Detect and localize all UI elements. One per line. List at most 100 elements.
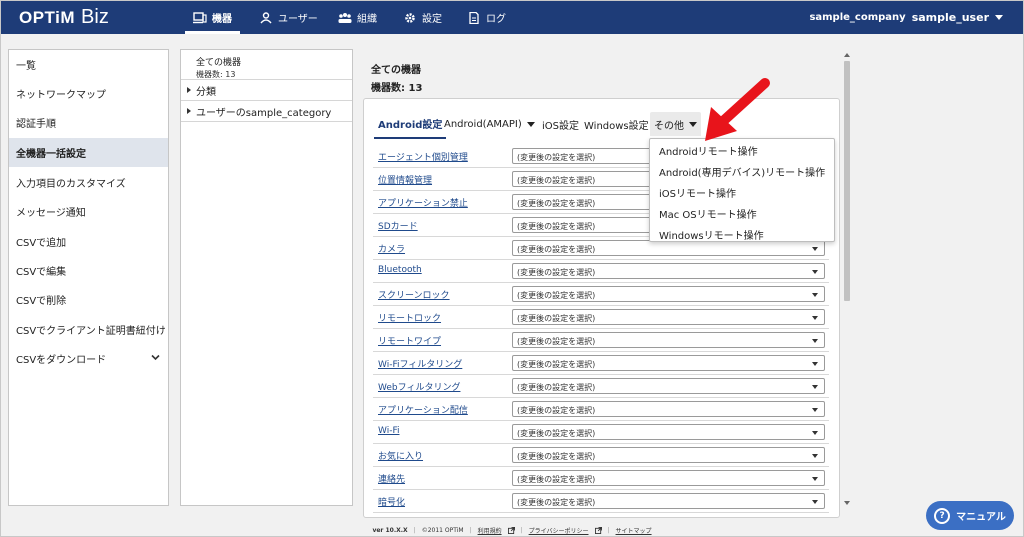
scroll-down-icon[interactable]: [844, 501, 850, 505]
terms-link[interactable]: 利用規約: [478, 526, 502, 535]
setting-select[interactable]: (変更後の設定を選択): [512, 309, 825, 325]
nav-tab-log[interactable]: ログ: [467, 1, 506, 34]
sidebar-item-message-notification[interactable]: メッセージ通知: [9, 197, 168, 226]
menu-item-windows-remote[interactable]: Windowsリモート操作: [659, 227, 764, 242]
sidebar-item-label: 認証手順: [16, 119, 56, 130]
nav-tab-settings[interactable]: 設定: [403, 1, 442, 34]
setting-link[interactable]: 位置情報管理: [378, 173, 432, 186]
sidebar-item-customize-fields[interactable]: 入力項目のカスタマイズ: [9, 168, 168, 197]
tree-node-label: 分類: [196, 86, 216, 98]
setting-select[interactable]: (変更後の設定を選択): [512, 424, 825, 440]
nav-tab-users[interactable]: ユーザー: [259, 1, 318, 34]
sidebar-item-csv-edit[interactable]: CSVで編集: [9, 256, 168, 285]
select-value: (変更後の設定を選択): [517, 475, 596, 484]
setting-link[interactable]: Bluetooth: [378, 265, 422, 275]
tree-root-title: 全ての機器: [196, 58, 242, 68]
sidebar-item-auth-procedure[interactable]: 認証手順: [9, 108, 168, 137]
sidebar-item-csv-client-cert[interactable]: CSVでクライアント証明書紐付け: [9, 315, 168, 344]
setting-link[interactable]: アプリケーション禁止: [378, 196, 468, 209]
privacy-link[interactable]: プライバシーポリシー: [529, 526, 589, 535]
manual-button[interactable]: ? マニュアル: [926, 501, 1014, 530]
setting-select[interactable]: (変更後の設定を選択): [512, 286, 825, 302]
setting-link[interactable]: エージェント個別管理: [378, 150, 468, 163]
tree-root-all-devices[interactable]: 全ての機器 機器数: 13: [181, 50, 352, 80]
main-header: 全ての機器 機器数: 13: [371, 61, 422, 94]
setting-link[interactable]: カメラ: [378, 242, 405, 255]
chevron-down-icon: [812, 339, 818, 343]
setting-row-favorites: お気に入り (変更後の設定を選択): [373, 444, 829, 467]
select-value: (変更後の設定を選択): [517, 406, 596, 415]
logo-optim-text: OPTiM: [19, 8, 76, 27]
logo-biz-text: Biz: [81, 6, 109, 28]
setting-link[interactable]: リモートワイプ: [378, 334, 441, 347]
setting-link[interactable]: SDカード: [378, 219, 418, 232]
footer-separator: |: [607, 526, 610, 534]
sidebar-item-label: 入力項目のカスタマイズ: [16, 179, 126, 190]
company-name: sample_company: [809, 12, 906, 23]
chevron-down-icon: [812, 270, 818, 274]
chevron-down-icon: [812, 293, 818, 297]
expand-triangle-icon[interactable]: [187, 108, 191, 114]
select-value: (変更後の設定を選択): [517, 383, 596, 392]
setting-row-web-filtering: Webフィルタリング (変更後の設定を選択): [373, 375, 829, 398]
setting-link[interactable]: アプリケーション配信: [378, 403, 468, 416]
sidebar-item-list[interactable]: 一覧: [9, 50, 168, 79]
sidebar-item-label: CSVで追加: [16, 238, 67, 249]
tab-android-settings[interactable]: Android設定: [374, 109, 447, 139]
setting-link[interactable]: お気に入り: [378, 449, 423, 462]
tab-windows-settings[interactable]: Windows設定: [580, 109, 653, 139]
setting-select[interactable]: (変更後の設定を選択): [512, 332, 825, 348]
nav-tab-organization[interactable]: 組織: [338, 1, 377, 34]
setting-select[interactable]: (変更後の設定を選択): [512, 355, 825, 371]
nav-tab-devices[interactable]: 機器: [185, 1, 240, 34]
setting-link[interactable]: 連絡先: [378, 472, 405, 485]
setting-link[interactable]: 暗号化: [378, 495, 405, 508]
sidebar-item-csv-delete[interactable]: CSVで削除: [9, 285, 168, 314]
sitemap-link[interactable]: サイトマップ: [616, 526, 652, 535]
menu-item-macos-remote[interactable]: Mac OSリモート操作: [659, 206, 757, 221]
scrollbar-thumb[interactable]: [844, 61, 850, 301]
sidebar-item-label: CSVで削除: [16, 296, 67, 307]
setting-select[interactable]: (変更後の設定を選択): [512, 447, 825, 463]
expand-triangle-icon[interactable]: [187, 87, 191, 93]
tab-android-amapi[interactable]: Android(AMAPI): [440, 109, 539, 139]
tree-node-user-category[interactable]: ユーザーのsample_category: [181, 101, 352, 122]
chevron-down-icon: [812, 477, 818, 481]
log-icon: [469, 11, 479, 24]
scroll-up-icon[interactable]: [844, 53, 850, 57]
tab-ios-settings[interactable]: iOS設定: [538, 109, 583, 139]
setting-link[interactable]: Wi-Fiフィルタリング: [378, 357, 462, 370]
tree-node-category[interactable]: 分類: [181, 80, 352, 101]
setting-link[interactable]: Wi-Fi: [378, 426, 399, 436]
setting-row-wifi-filtering: Wi-Fiフィルタリング (変更後の設定を選択): [373, 352, 829, 375]
main-scrollbar[interactable]: [842, 51, 852, 507]
setting-row-bluetooth: Bluetooth (変更後の設定を選択): [373, 260, 829, 283]
setting-select[interactable]: (変更後の設定を選択): [512, 263, 825, 279]
sidebar-item-bulk-settings[interactable]: 全機器一括設定: [9, 138, 168, 167]
setting-select[interactable]: (変更後の設定を選択): [512, 493, 825, 509]
menu-item-android-dedicated-remote[interactable]: Android(専用デバイス)リモート操作: [659, 164, 825, 179]
setting-link[interactable]: リモートロック: [378, 311, 441, 324]
optim-biz-logo[interactable]: OPTiM Biz: [19, 6, 109, 28]
external-link-icon: [507, 526, 515, 534]
chevron-down-icon: [812, 362, 818, 366]
question-mark-icon: ?: [934, 507, 951, 524]
select-value: (変更後の設定を選択): [517, 222, 596, 231]
tab-label: Android設定: [378, 119, 443, 131]
setting-select[interactable]: (変更後の設定を選択): [512, 401, 825, 417]
annotation-arrow: [705, 78, 770, 141]
account-menu[interactable]: sample_company sample_user: [809, 1, 1003, 34]
setting-select[interactable]: (変更後の設定を選択): [512, 378, 825, 394]
device-icon: [193, 11, 207, 23]
sidebar-item-network-map[interactable]: ネットワークマップ: [9, 79, 168, 108]
setting-link[interactable]: スクリーンロック: [378, 288, 450, 301]
menu-item-ios-remote[interactable]: iOSリモート操作: [659, 185, 736, 200]
setting-select[interactable]: (変更後の設定を選択): [512, 470, 825, 486]
device-count: 機器数: 13: [371, 83, 423, 94]
sidebar-item-csv-add[interactable]: CSVで追加: [9, 227, 168, 256]
footer: ver 10.X.X | ©2011 OPTiM | 利用規約 | プライバシー…: [1, 523, 1023, 537]
sidebar-item-csv-download[interactable]: CSVをダウンロード: [9, 344, 168, 373]
sidebar-item-label: 一覧: [16, 61, 36, 72]
setting-select[interactable]: (変更後の設定を選択): [512, 240, 825, 256]
setting-link[interactable]: Webフィルタリング: [378, 380, 460, 393]
